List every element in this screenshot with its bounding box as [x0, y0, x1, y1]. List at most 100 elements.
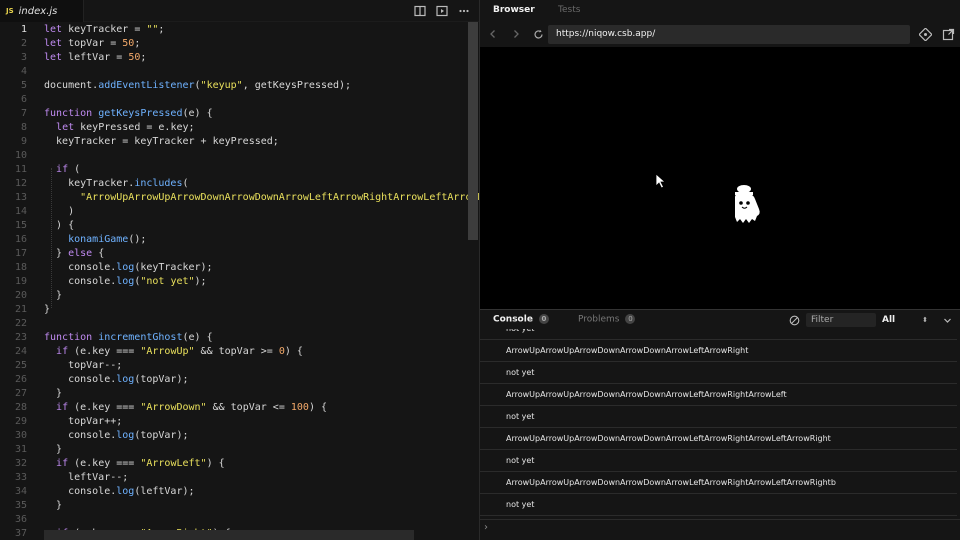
- code-line[interactable]: 3 let leftVar = 50;: [0, 51, 479, 65]
- code-line[interactable]: 2 let topVar = 50;: [0, 37, 479, 51]
- code-line[interactable]: 20 }: [0, 289, 479, 303]
- code-line[interactable]: 19 console.log("not yet");: [0, 275, 479, 289]
- line-number: 19: [14, 276, 27, 287]
- code-line[interactable]: 12 keyTracker.includes(: [0, 177, 479, 191]
- code-line[interactable]: 23 function incrementGhost(e) {: [0, 331, 479, 345]
- open-new-window-icon[interactable]: [942, 28, 955, 41]
- indent-guide: [51, 168, 52, 308]
- console-log-entry: not yet: [480, 450, 957, 472]
- code-text: function incrementGhost(e) {: [44, 332, 213, 343]
- console-log-entry: ArrowUpArrowUpArrowDownArrowDownArrowLef…: [480, 384, 957, 406]
- split-view-icon[interactable]: [414, 5, 426, 17]
- selection-highlight: [44, 530, 414, 540]
- back-icon[interactable]: [488, 29, 498, 39]
- code-line[interactable]: 6: [0, 93, 479, 107]
- line-number: 21: [14, 304, 27, 315]
- js-file-icon: JS: [6, 7, 14, 15]
- line-number: 30: [14, 430, 27, 441]
- line-number: 16: [14, 234, 27, 245]
- code-line[interactable]: 24 if (e.key === "ArrowUp" && topVar >= …: [0, 345, 479, 359]
- code-line[interactable]: 13 "ArrowUpArrowUpArrowDownArrowDownArro…: [0, 191, 479, 205]
- code-line[interactable]: 9 keyTracker = keyTracker + keyPressed;: [0, 135, 479, 149]
- console-count-badge: 0: [538, 314, 549, 324]
- preview-icon[interactable]: [436, 5, 448, 17]
- line-number: 1: [20, 24, 27, 35]
- browser-toolbar: https://niqow.csb.app/: [480, 22, 960, 47]
- line-number: 25: [14, 360, 27, 371]
- tab-problems-label: Problems: [578, 314, 620, 325]
- code-text: }: [44, 290, 63, 301]
- tab-index-js[interactable]: JS index.js: [0, 0, 84, 22]
- tab-tests[interactable]: Tests: [558, 5, 580, 15]
- code-line[interactable]: 32 if (e.key === "ArrowLeft") {: [0, 457, 479, 471]
- console-output[interactable]: not yet ArrowUpArrowUpArrowDownArrowDown…: [480, 329, 960, 519]
- code-text: let topVar = 50;: [44, 38, 141, 49]
- code-text: "ArrowUpArrowUpArrowDownArrowDownArrowLe…: [80, 192, 479, 203]
- line-number: 5: [20, 80, 27, 91]
- tab-browser[interactable]: Browser: [493, 5, 535, 15]
- line-number: 37: [14, 528, 27, 539]
- tab-problems[interactable]: Problems 0: [578, 314, 636, 325]
- preview-canvas[interactable]: [480, 47, 960, 309]
- code-line[interactable]: 5 document.addEventListener("keyup", getK…: [0, 79, 479, 93]
- code-line[interactable]: 21}: [0, 303, 479, 317]
- line-number: 10: [14, 150, 27, 161]
- code-line[interactable]: 34 console.log(leftVar);: [0, 485, 479, 499]
- devtools-icon[interactable]: [919, 28, 932, 41]
- code-line[interactable]: 28 if (e.key === "ArrowDown" && topVar <…: [0, 401, 479, 415]
- more-options-icon[interactable]: [458, 5, 470, 17]
- clear-console-icon[interactable]: [789, 315, 800, 326]
- line-number: 29: [14, 416, 27, 427]
- code-line[interactable]: 31 }: [0, 443, 479, 457]
- mouse-cursor-icon: [655, 173, 667, 189]
- log-level-select[interactable]: All ⬍: [882, 313, 934, 327]
- code-line[interactable]: 14 ): [0, 205, 479, 219]
- code-text: console.log(topVar);: [44, 430, 189, 441]
- code-line[interactable]: 29 topVar++;: [0, 415, 479, 429]
- code-line[interactable]: 8 let keyPressed = e.key;: [0, 121, 479, 135]
- console-input[interactable]: ›: [480, 519, 960, 540]
- code-text: }: [44, 388, 63, 399]
- forward-icon[interactable]: [511, 29, 521, 39]
- code-line[interactable]: 35 }: [0, 499, 479, 513]
- code-line[interactable]: 10: [0, 149, 479, 163]
- line-number: 36: [14, 514, 27, 525]
- url-input[interactable]: https://niqow.csb.app/: [548, 25, 910, 44]
- console-log-entry: ArrowUpArrowUpArrowDownArrowDownArrowLef…: [480, 340, 957, 362]
- code-line[interactable]: 7 function getKeysPressed(e) {: [0, 107, 479, 121]
- code-line[interactable]: 22: [0, 317, 479, 331]
- editor-scrollbar[interactable]: [468, 22, 478, 240]
- line-number: 3: [20, 52, 27, 63]
- console-log-entry: not yet: [480, 362, 957, 384]
- code-line[interactable]: 36: [0, 513, 479, 527]
- code-line[interactable]: 15 ) {: [0, 219, 479, 233]
- filter-input[interactable]: Filter: [806, 313, 876, 327]
- code-line[interactable]: 4: [0, 65, 479, 79]
- code-line[interactable]: 1 let keyTracker = "";: [0, 23, 479, 37]
- code-line[interactable]: 26 console.log(topVar);: [0, 373, 479, 387]
- code-text: konamiGame();: [68, 234, 147, 245]
- code-text: let keyTracker = "";: [44, 24, 165, 35]
- editor-tab-bar: JS index.js: [0, 0, 479, 22]
- line-number: 15: [14, 220, 27, 231]
- code-area[interactable]: 1 let keyTracker = ""; 2 let topVar = 50; 3 l…: [0, 22, 479, 540]
- code-text: topVar++;: [44, 416, 123, 427]
- code-line[interactable]: 27 }: [0, 387, 479, 401]
- code-text: if (: [56, 164, 81, 175]
- code-editor[interactable]: JS index.js 1 let keyTracker = ""; 2 let to…: [0, 0, 479, 540]
- code-line[interactable]: 17 } else {: [0, 247, 479, 261]
- console-log-entry: not yet: [480, 494, 957, 516]
- line-number: 4: [20, 66, 27, 77]
- code-text: if (e.key === "ArrowUp" && topVar >= 0) …: [56, 346, 303, 357]
- console-prompt: ›: [484, 522, 488, 533]
- code-line[interactable]: 18 console.log(keyTracker);: [0, 261, 479, 275]
- tab-console[interactable]: Console 0: [493, 314, 549, 325]
- collapse-console-icon[interactable]: [943, 316, 952, 325]
- code-line[interactable]: 16 konamiGame();: [0, 233, 479, 247]
- console-log-entry: not yet: [480, 406, 957, 428]
- code-line[interactable]: 25 topVar--;: [0, 359, 479, 373]
- code-line[interactable]: 30 console.log(topVar);: [0, 429, 479, 443]
- code-line[interactable]: 33 leftVar--;: [0, 471, 479, 485]
- refresh-icon[interactable]: [533, 29, 544, 40]
- code-line[interactable]: 11 if (: [0, 163, 479, 177]
